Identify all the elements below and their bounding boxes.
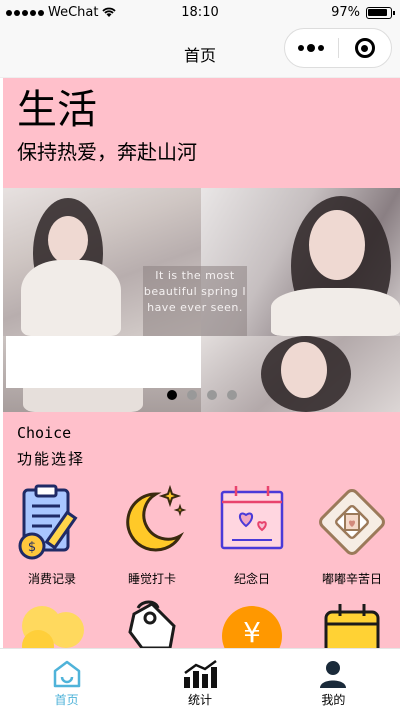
nav-bar: 首页	[0, 26, 400, 78]
section-title: Choice	[17, 424, 72, 442]
tab-label: 我的	[321, 693, 346, 707]
grid-item-coins[interactable]	[3, 596, 102, 648]
close-program-button[interactable]	[338, 38, 391, 58]
hero-header: 生活 保持热爱，奔赴山河	[3, 78, 400, 188]
tab-bar: 首页 统计 我的	[0, 648, 400, 709]
banner-blank-area	[6, 336, 201, 388]
indicator-dot[interactable]	[167, 390, 177, 400]
indicator-dot[interactable]	[187, 390, 197, 400]
grid-item-yen[interactable]: ¥	[202, 596, 302, 648]
calendar-hearts-icon	[220, 486, 284, 550]
tab-statistics[interactable]: 统计	[133, 649, 266, 709]
mini-program-capsule	[284, 28, 392, 68]
status-right: 97%	[331, 5, 395, 20]
function-section: Choice 功能选择 $ 消费记录 睡觉打卡 纪念日 嘟嘟辛苦日 ¥	[3, 412, 400, 648]
grid-item-label: 纪念日	[233, 572, 270, 586]
more-menu-button[interactable]	[285, 44, 338, 52]
grid-item-dudu-hard-day[interactable]: 嘟嘟辛苦日	[302, 482, 400, 587]
yen-coin-icon: ¥	[222, 606, 282, 648]
battery-percent: 97%	[331, 5, 360, 20]
section-subtitle: 功能选择	[17, 450, 86, 468]
grid-item-label: 睡觉打卡	[127, 572, 176, 586]
status-bar: WeChat 18:10 97%	[0, 0, 400, 26]
tab-profile[interactable]: 我的	[267, 649, 400, 709]
hero-title: 生活	[17, 87, 97, 133]
clipboard-coin-icon: $	[18, 484, 78, 560]
grid-item-tag[interactable]	[102, 596, 202, 648]
calendar-check-icon	[324, 604, 380, 648]
grid-item-sleep-checkin[interactable]: 睡觉打卡	[102, 482, 202, 587]
more-dot-icon	[307, 44, 316, 52]
grid-item-label: 嘟嘟辛苦日	[321, 572, 382, 586]
grid-item-expense-record[interactable]: $ 消费记录	[3, 482, 102, 587]
svg-text:$: $	[28, 540, 36, 555]
tab-home[interactable]: 首页	[0, 649, 133, 709]
grid-item-label: 消费记录	[27, 572, 76, 586]
coins-icon	[22, 606, 84, 648]
home-icon	[53, 660, 80, 688]
photo-carousel[interactable]: It is the most beautiful spring I have e…	[3, 188, 400, 412]
hero-subtitle: 保持热爱，奔赴山河	[17, 140, 197, 164]
photo-frame-icon	[319, 489, 385, 555]
battery-icon	[366, 6, 395, 19]
tab-label: 首页	[54, 693, 79, 707]
carousel-photo	[201, 336, 400, 412]
carousel-indicator	[167, 390, 237, 400]
indicator-dot[interactable]	[227, 390, 237, 400]
moon-stars-icon	[126, 484, 187, 552]
more-dot-icon	[318, 45, 325, 51]
grid-item-calendar-check[interactable]	[302, 596, 400, 648]
bar-chart-icon	[183, 659, 217, 688]
svg-text:¥: ¥	[243, 616, 261, 648]
banner-quote: It is the most beautiful spring I have e…	[143, 269, 247, 314]
more-dot-icon	[298, 45, 305, 51]
target-icon	[354, 38, 375, 58]
user-icon	[320, 661, 347, 688]
price-tag-icon	[128, 600, 176, 648]
tab-label: 统计	[187, 693, 212, 707]
indicator-dot[interactable]	[207, 390, 217, 400]
grid-item-anniversary[interactable]: 纪念日	[202, 482, 302, 587]
